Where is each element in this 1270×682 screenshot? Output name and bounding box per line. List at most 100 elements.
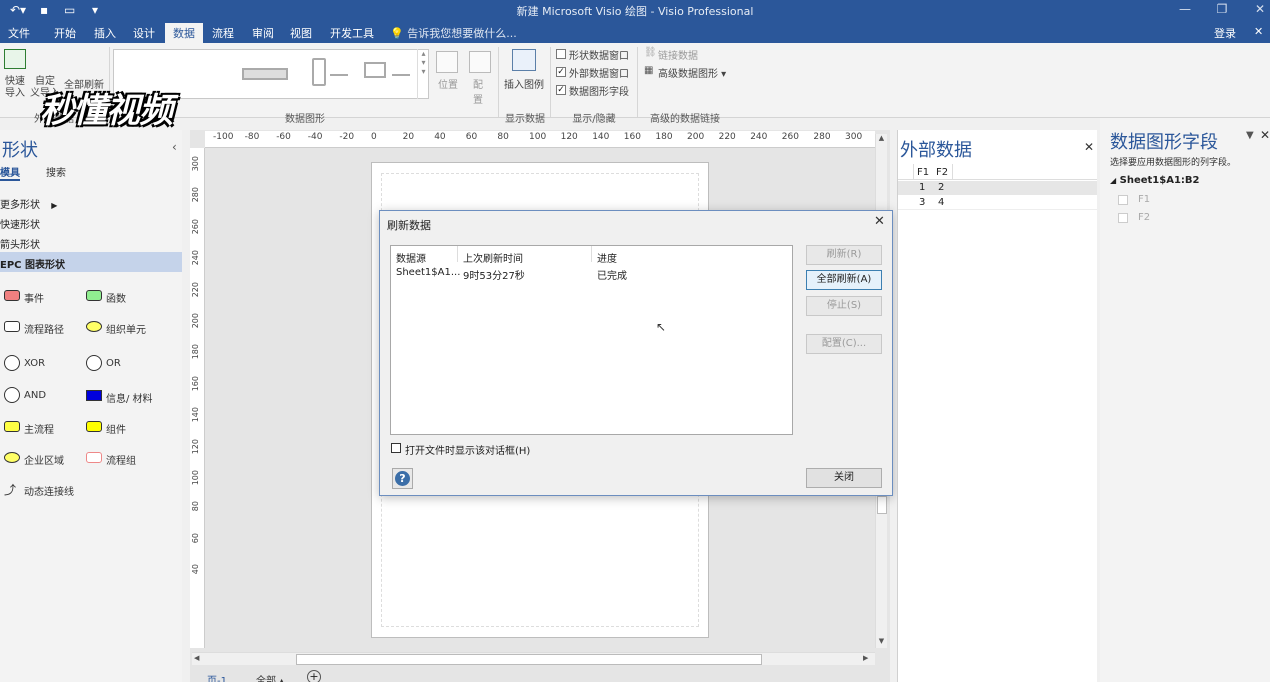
minimize-icon[interactable]: — [1175,2,1195,16]
insert-legend-icon[interactable] [512,49,536,71]
quick-shapes-item[interactable]: 快速形状 [0,216,40,231]
row-source: Sheet1$A1... [396,267,461,278]
table-row[interactable]: Sheet1$A1... 9时53分27秒 已完成 [391,265,792,282]
insert-legend-button[interactable]: 插入图例 [504,76,544,91]
menu-file[interactable]: 文件 [8,25,30,41]
add-page-icon[interactable]: + [307,670,321,682]
graphic-phone-icon[interactable] [312,58,326,86]
ruler-tick-label: 20 [402,132,415,142]
menu-data[interactable]: 数据 [165,23,203,43]
shapes-pane: 形状 ‹ 模具 搜索 更多形状 ▶ 快速形状 箭头形状 EPC 图表形状 事件 … [0,130,182,682]
advanced-graphics-icon: ▦ [644,65,654,76]
external-data-window-checkbox[interactable]: ✓ [556,67,566,77]
help-button[interactable]: ? [392,468,413,489]
close-button[interactable]: 关闭 [806,468,882,488]
config-dialog-button[interactable]: 配置(C)... [806,334,882,354]
menu-view[interactable]: 视图 [290,25,312,41]
ruler-tick-label: -40 [307,132,323,142]
dialog-close-icon[interactable]: ✕ [874,214,885,229]
menu-home[interactable]: 开始 [54,25,76,41]
graphic-bar-icon[interactable] [242,68,288,80]
position-icon[interactable] [436,51,458,73]
field-f2-checkbox[interactable] [1118,213,1128,223]
vertical-ruler: 300 280 260 240 220 200 180 160 140 120 100 80 60 40 [190,148,205,648]
refresh-data-dialog: 刷新数据 ✕ 数据源 上次刷新时间 进度 Sheet1$A1... 9时53分2… [379,210,893,496]
ruler-tick-label: 240 [750,132,768,142]
ruler-tick-label: 280 [191,187,200,203]
menu-developer[interactable]: 开发工具 [330,25,374,41]
ruler-tick-label: 300 [191,156,200,172]
menu-insert[interactable]: 插入 [94,25,116,41]
close-doc-icon[interactable]: ✕ [1254,25,1263,38]
ruler-tick-label: 40 [191,564,200,575]
quick-import-button[interactable]: 快速 导入 [3,76,27,100]
advanced-graphics-button[interactable]: 高级数据图形 ▾ [658,65,726,80]
epc-stencil-item[interactable]: EPC 图表形状 [0,252,182,272]
menu-process[interactable]: 流程 [212,25,234,41]
group-data-graphics: 数据图形 [285,114,325,125]
pane-options-icon[interactable]: ▼ [1246,130,1254,141]
menu-review[interactable]: 审阅 [252,25,274,41]
shapes-title: 形状 [2,140,38,161]
link-data-button[interactable]: 链接数据 [658,47,698,62]
ruler-tick-label: 300 [845,132,863,142]
page-tab[interactable]: 页-1 [207,672,227,682]
column-header-time[interactable]: 上次刷新时间 [463,250,523,265]
gallery-scroll[interactable]: ▴ ▾ ▾ [417,49,429,99]
menu-design[interactable]: 设计 [133,25,155,41]
refresh-all-button[interactable]: 全部刷新(A) [806,270,882,290]
link-data-icon: ⛓ [644,47,657,58]
arrow-shapes-item[interactable]: 箭头形状 [0,236,40,251]
fields-group[interactable]: ◢ Sheet1$A1:B2 [1110,175,1200,186]
table-row[interactable]: 3 4 [898,196,1097,210]
show-on-open-checkbox[interactable] [391,443,401,453]
header-f2[interactable]: F2 [936,167,948,178]
close-external-pane-icon[interactable]: ✕ [1084,140,1094,154]
external-data-pane: 外部数据 ✕ F1 F2 1 2 3 4 [897,130,1097,682]
table-row[interactable]: 1 2 [898,181,1097,195]
all-pages-dropdown[interactable]: 全部 ▴ [256,672,284,682]
login-link[interactable]: 登录 [1214,25,1236,41]
ruler-tick-label: 220 [191,281,200,297]
mouse-cursor-icon: ↖ [656,320,667,334]
shape-data-window-checkbox[interactable] [556,49,566,59]
video-watermark-logo: 秒懂视频 [40,91,173,131]
column-header-source[interactable]: 数据源 [396,250,426,265]
horizontal-scroll-thumb[interactable] [296,654,762,665]
group-show-data: 显示数据 [505,114,545,125]
horizontal-scrollbar[interactable]: ◀ ▶ [192,652,875,665]
restore-icon[interactable]: ❐ [1212,2,1232,16]
ruler-tick-label: 280 [813,132,831,142]
column-header-progress[interactable]: 进度 [597,250,617,265]
data-source-list[interactable]: 数据源 上次刷新时间 进度 Sheet1$A1... 9时53分27秒 已完成 [390,245,793,435]
more-shapes-item[interactable]: 更多形状 ▶ [0,196,57,211]
close-fields-pane-icon[interactable]: ✕ [1260,128,1270,142]
ruler-tick-label: 120 [560,132,578,142]
title-bar: ↶▾ ▪ ▭ ▾ 新建 Microsoft Visio 绘图 - Visio P… [0,0,1270,22]
ruler-tick-label: -100 [213,132,234,142]
close-window-icon[interactable]: ✕ [1250,2,1270,16]
tab-search[interactable]: 搜索 [46,164,66,179]
config-button[interactable]: 配置 [473,76,487,106]
row-status: 已完成 [597,271,627,282]
data-graphic-fields-checkbox[interactable]: ✓ [556,85,566,95]
ruler-tick-label: 260 [191,218,200,235]
tell-me-search[interactable]: 💡 告诉我您想要做什么... [390,25,517,41]
tab-stencil[interactable]: 模具 [0,164,20,181]
position-button[interactable]: 位置 [438,76,458,91]
config-icon[interactable] [469,51,491,73]
scroll-down-icon: ▼ [878,637,885,645]
graphic-mail-icon[interactable] [364,62,386,78]
header-f1[interactable]: F1 [917,167,929,178]
stop-button[interactable]: 停止(S) [806,296,882,316]
shape-data-window-label: 形状数据窗口 [569,51,629,62]
ruler-tick-label: 200 [191,313,200,329]
excel-icon[interactable] [4,49,26,69]
collapse-pane-icon[interactable]: ‹ [172,140,177,154]
field-f1-checkbox[interactable] [1118,195,1128,205]
ruler-tick-label: 220 [718,132,736,142]
vertical-scroll-thumb[interactable] [877,496,887,514]
arrow-right-icon: ▶ [51,201,58,210]
group-show-hide: 显示/隐藏 [572,114,616,125]
refresh-button[interactable]: 刷新(R) [806,245,882,265]
